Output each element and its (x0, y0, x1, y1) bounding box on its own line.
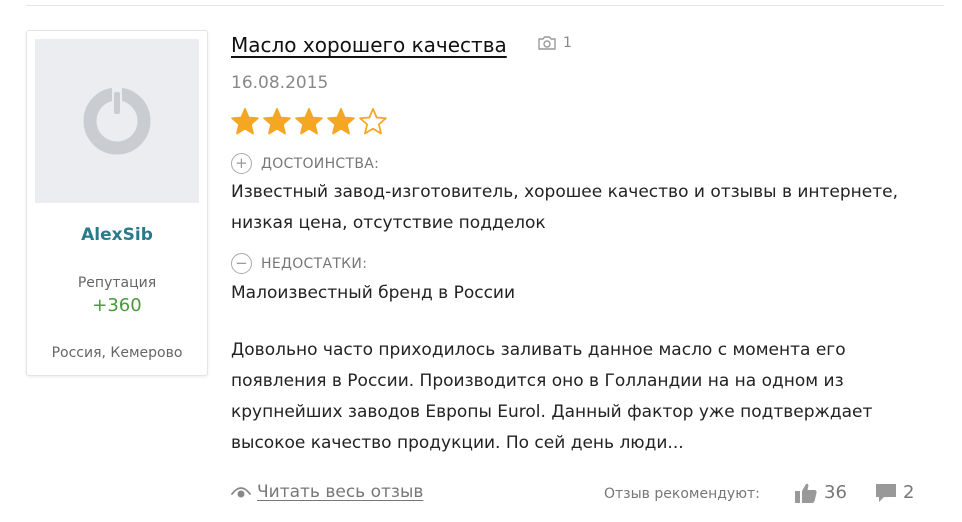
review-title-link[interactable]: Масло хорошего качества (231, 33, 507, 57)
star-filled-icon (327, 108, 355, 135)
comments-count: 2 (903, 482, 915, 503)
comments-button[interactable]: 2 (875, 482, 914, 503)
pros-header: + ДОСТОИНСТВА: (231, 153, 379, 174)
cons-text: Малоизвестный бренд в России (231, 283, 516, 303)
author-name[interactable]: AlexSib (27, 225, 207, 245)
comment-icon (876, 483, 896, 502)
eye-icon (231, 487, 251, 498)
thumbs-up-icon (795, 483, 817, 503)
reputation-value: +360 (92, 295, 142, 316)
author-card: AlexSib Репутация +360 Россия, Кемерово (26, 30, 208, 376)
star-empty-icon (359, 108, 387, 135)
star-filled-icon (231, 108, 259, 135)
read-full-review-label: Читать весь отзыв (257, 482, 424, 502)
camera-icon (538, 36, 556, 50)
photo-count-badge[interactable]: 1 (537, 33, 572, 53)
plus-icon: + (231, 153, 252, 174)
star-rating (230, 107, 388, 137)
recommend-label: Отзыв рекомендуют: (604, 486, 760, 502)
like-button[interactable]: 36 (794, 482, 847, 503)
review-date: 16.08.2015 (231, 73, 329, 93)
review-body: Довольно часто приходилось заливать данн… (231, 340, 873, 453)
cons-header: − НЕДОСТАТКИ: (231, 253, 367, 274)
author-location: Россия, Кемерово (51, 345, 183, 361)
pros-label: ДОСТОИНСТВА: (261, 155, 380, 172)
star-filled-icon (295, 108, 323, 135)
likes-count: 36 (824, 482, 847, 503)
pros-text: Известный завод-изготовитель, хорошее ка… (231, 182, 899, 233)
avatar[interactable] (35, 39, 199, 203)
reputation-label: Репутация (77, 275, 157, 291)
default-avatar-icon (83, 84, 151, 155)
cons-label: НЕДОСТАТКИ: (261, 255, 368, 272)
read-full-review-link[interactable]: Читать весь отзыв (231, 482, 423, 502)
star-filled-icon (263, 108, 291, 135)
minus-icon: − (231, 253, 252, 274)
top-divider (26, 5, 944, 6)
photo-count: 1 (563, 35, 572, 51)
